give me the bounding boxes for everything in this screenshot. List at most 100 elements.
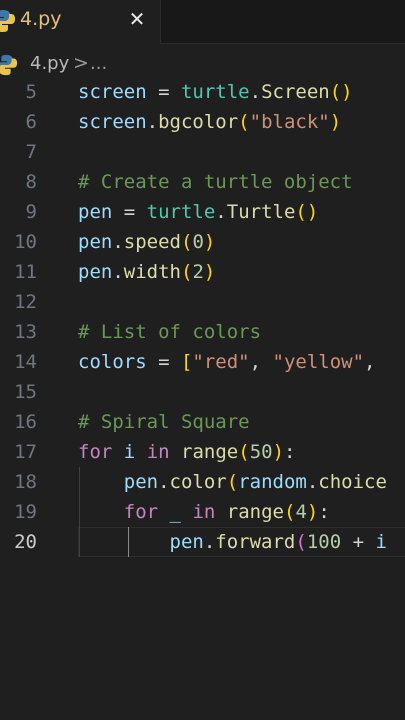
code-token: i bbox=[123, 441, 136, 463]
code-line[interactable]: 6 screen.bgcolor("black") bbox=[0, 107, 405, 137]
code-token: Turtle bbox=[226, 201, 296, 223]
line-number: 8 bbox=[25, 171, 37, 193]
code-line[interactable]: 7 bbox=[0, 137, 405, 167]
code-token: () bbox=[329, 81, 353, 103]
close-icon[interactable]: ✕ bbox=[126, 8, 148, 30]
code-line[interactable]: 18 pen.color(random.choice bbox=[0, 467, 405, 497]
line-number: 18 bbox=[14, 471, 37, 493]
code-token: 2 bbox=[192, 261, 204, 283]
code-token: , bbox=[249, 351, 273, 373]
code-line[interactable]: 12 bbox=[0, 287, 405, 317]
code-token: . bbox=[158, 471, 170, 493]
line-number: 17 bbox=[14, 441, 37, 463]
code-line[interactable]: 11 pen.width(2) bbox=[0, 257, 405, 287]
code-line[interactable]: 8 # Create a turtle object bbox=[0, 167, 405, 197]
code-token: # Create a turtle object bbox=[78, 171, 353, 193]
line-number: 15 bbox=[14, 381, 37, 403]
code-token: _ bbox=[169, 501, 181, 523]
breadcrumb-file[interactable]: 4.py bbox=[30, 53, 69, 74]
code-text: pen.width(2) bbox=[78, 257, 215, 287]
code-token: ) bbox=[272, 441, 285, 463]
code-token: screen bbox=[78, 111, 147, 133]
line-number: 12 bbox=[14, 291, 37, 313]
code-token: . bbox=[306, 471, 319, 493]
code-token: . bbox=[249, 81, 262, 103]
code-token: colors bbox=[78, 351, 147, 373]
code-token: : bbox=[318, 501, 330, 523]
code-token: 50 bbox=[249, 441, 273, 463]
code-token: pen bbox=[78, 231, 113, 253]
line-number: 10 bbox=[14, 231, 37, 253]
code-token: ( bbox=[226, 471, 239, 493]
line-number: 6 bbox=[25, 111, 37, 133]
code-token: for bbox=[78, 441, 113, 463]
code-text: pen.color(random.choice bbox=[78, 467, 387, 497]
code-token: in bbox=[192, 501, 216, 523]
code-text: # Create a turtle object bbox=[78, 167, 353, 197]
code-token: ) bbox=[203, 231, 216, 253]
code-token: . bbox=[112, 261, 124, 283]
code-token: width bbox=[123, 261, 181, 283]
code-token: screen bbox=[78, 81, 147, 103]
line-number: 9 bbox=[25, 201, 37, 223]
code-token: "black" bbox=[249, 111, 330, 133]
code-token: turtle bbox=[180, 81, 250, 103]
code-token: forward bbox=[215, 531, 296, 553]
code-line[interactable]: 14 colors = ["red", "yellow", bbox=[0, 347, 405, 377]
tab-label: 4.py bbox=[20, 8, 62, 30]
code-token: random bbox=[238, 471, 307, 493]
code-token: = bbox=[146, 351, 181, 373]
code-token: = bbox=[112, 201, 147, 223]
indent-guide bbox=[128, 527, 129, 557]
code-token: ( bbox=[295, 531, 307, 553]
line-number: 16 bbox=[14, 411, 37, 433]
code-line[interactable]: 9 pen = turtle.Turtle() bbox=[0, 197, 405, 227]
code-token: i bbox=[375, 531, 387, 553]
tab-4-py[interactable]: 4.py ✕ bbox=[0, 0, 161, 44]
code-text: screen = turtle.Screen() bbox=[78, 77, 353, 107]
code-token: 100 bbox=[306, 531, 342, 553]
code-token: ) bbox=[306, 501, 319, 523]
code-token: . bbox=[146, 111, 159, 133]
line-number: 11 bbox=[14, 261, 37, 283]
code-token: () bbox=[295, 201, 319, 223]
code-token: "yellow" bbox=[272, 351, 365, 373]
code-token: : bbox=[284, 441, 296, 463]
breadcrumb-more[interactable]: ... bbox=[90, 53, 107, 74]
line-number: 19 bbox=[14, 501, 37, 523]
code-token: ( bbox=[238, 111, 250, 133]
code-line[interactable]: 10 pen.speed(0) bbox=[0, 227, 405, 257]
code-text: pen.forward(100 + i bbox=[78, 527, 387, 557]
line-number: 20 bbox=[14, 531, 37, 553]
code-token: . bbox=[203, 531, 216, 553]
code-line[interactable]: 19 for _ in range(4): bbox=[0, 497, 405, 527]
line-number: 7 bbox=[25, 141, 37, 163]
code-token: . bbox=[215, 201, 227, 223]
code-line[interactable]: 17 for i in range(50): bbox=[0, 437, 405, 467]
code-token: bgcolor bbox=[158, 111, 239, 133]
code-token: color bbox=[169, 471, 227, 493]
line-number: 13 bbox=[14, 321, 37, 343]
indent-guide bbox=[79, 467, 80, 557]
code-line[interactable]: 5 screen = turtle.Screen() bbox=[0, 77, 405, 107]
code-token: . bbox=[112, 231, 124, 253]
code-token: # Spiral Square bbox=[78, 411, 250, 433]
code-token: in bbox=[146, 441, 170, 463]
line-number: 5 bbox=[25, 81, 37, 103]
code-line[interactable]: 13 # List of colors bbox=[0, 317, 405, 347]
code-editor[interactable]: 5 screen = turtle.Screen() 6 screen.bgcolor… bbox=[0, 77, 405, 720]
code-token: ( bbox=[284, 501, 296, 523]
code-line[interactable]: 15 bbox=[0, 377, 405, 407]
code-text: colors = ["red", "yellow", bbox=[78, 347, 375, 377]
code-token: pen bbox=[169, 531, 204, 553]
code-line[interactable]: 20 pen.forward(100 + i bbox=[0, 527, 405, 557]
code-line[interactable]: 16 # Spiral Square bbox=[0, 407, 405, 437]
code-token: + bbox=[341, 531, 376, 553]
